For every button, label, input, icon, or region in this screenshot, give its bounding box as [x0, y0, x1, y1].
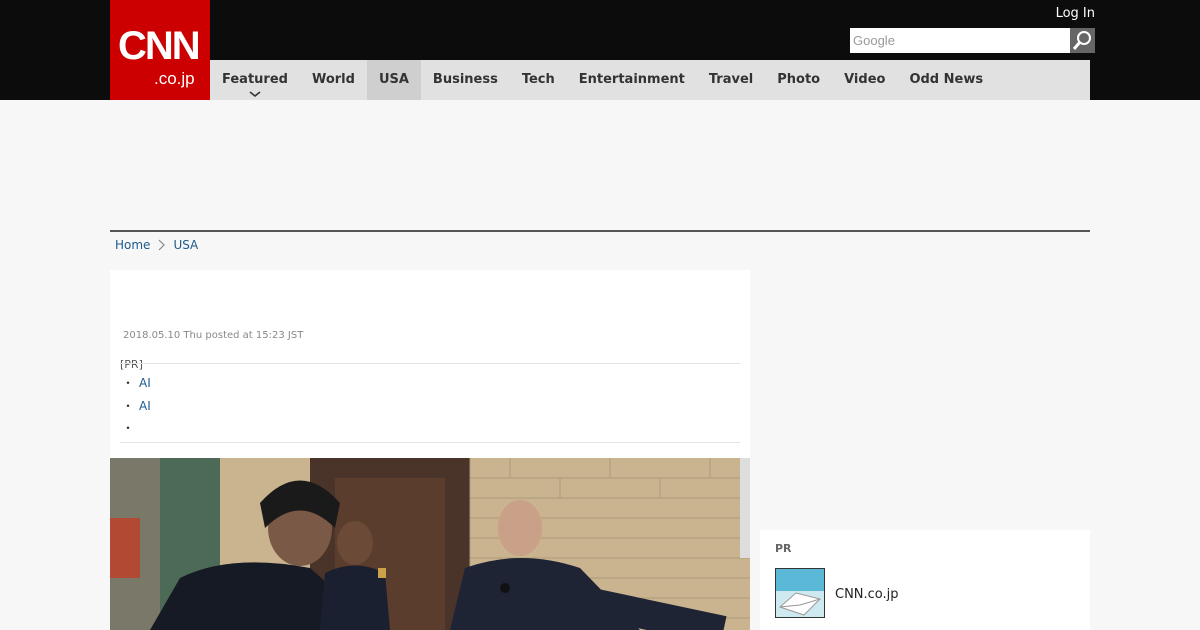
- logo-text: CNN: [118, 24, 201, 68]
- search-icon: [1070, 28, 1095, 53]
- nav-label: World: [311, 72, 355, 87]
- article-photo: [110, 458, 750, 630]
- nav-item-featured[interactable]: Featured: [210, 60, 300, 100]
- bullet: ・: [122, 376, 135, 390]
- divider: [120, 363, 740, 364]
- sidebar-pr-box: PR CNN.co.jp: [760, 530, 1090, 630]
- pr-heading: PR: [775, 542, 792, 555]
- search-button[interactable]: [1070, 28, 1095, 53]
- pr-link[interactable]: ・ AI: [122, 397, 151, 414]
- nav-item-odd-news[interactable]: Odd News: [897, 60, 995, 100]
- logo-subtext: .co.jp: [154, 69, 195, 88]
- nav-label: USA: [378, 72, 409, 87]
- nav-label: Travel: [708, 72, 754, 87]
- pr-link[interactable]: ・: [122, 419, 139, 436]
- chevron-right-icon: [158, 239, 166, 251]
- nav-label: Tech: [521, 72, 555, 87]
- login-link[interactable]: Log In: [1056, 6, 1095, 21]
- top-header: CNN .co.jp Log In Google Featured World …: [0, 0, 1200, 100]
- pr-link[interactable]: ・ AI: [122, 374, 151, 391]
- nav-label: Photo: [777, 72, 821, 87]
- nav-item-business[interactable]: Business: [421, 60, 510, 100]
- nav-item-world[interactable]: World: [300, 60, 367, 100]
- cnn-logo[interactable]: CNN .co.jp: [110, 0, 210, 100]
- pr-link-label: AI: [139, 376, 151, 390]
- content-divider: [110, 230, 1090, 232]
- nav-item-video[interactable]: Video: [832, 60, 897, 100]
- article-card: 2018.05.10 Thu posted at 15:23 JST [PR] …: [110, 270, 750, 630]
- breadcrumb-usa[interactable]: USA: [173, 238, 198, 252]
- bullet: ・: [122, 399, 135, 413]
- pr-thumbnail[interactable]: [775, 568, 825, 618]
- main-nav: Featured World USA Business Tech Enterta…: [210, 60, 1090, 100]
- pr-item-link[interactable]: CNN.co.jp: [835, 587, 899, 602]
- nav-label: Business: [432, 72, 498, 87]
- pr-link-label: AI: [139, 399, 151, 413]
- post-date: 2018.05.10 Thu posted at 15:23 JST: [123, 330, 304, 341]
- divider: [120, 442, 740, 443]
- bullet: ・: [122, 421, 135, 435]
- chevron-down-icon: [249, 90, 261, 98]
- search-placeholder: Google: [853, 33, 895, 48]
- nav-item-entertainment[interactable]: Entertainment: [567, 60, 697, 100]
- nav-item-usa[interactable]: USA: [366, 60, 421, 100]
- nav-label: Featured: [222, 72, 288, 87]
- breadcrumb-home[interactable]: Home: [115, 238, 150, 252]
- search-input[interactable]: Google: [850, 28, 1070, 53]
- pr-label: [PR]: [120, 358, 143, 371]
- nav-label: Entertainment: [578, 72, 685, 87]
- nav-label: Odd News: [909, 72, 984, 87]
- nav-item-photo[interactable]: Photo: [765, 60, 832, 100]
- nav-label: Video: [844, 72, 886, 87]
- nav-item-tech[interactable]: Tech: [510, 60, 567, 100]
- nav-item-travel[interactable]: Travel: [697, 60, 765, 100]
- breadcrumb: Home USA: [115, 238, 198, 252]
